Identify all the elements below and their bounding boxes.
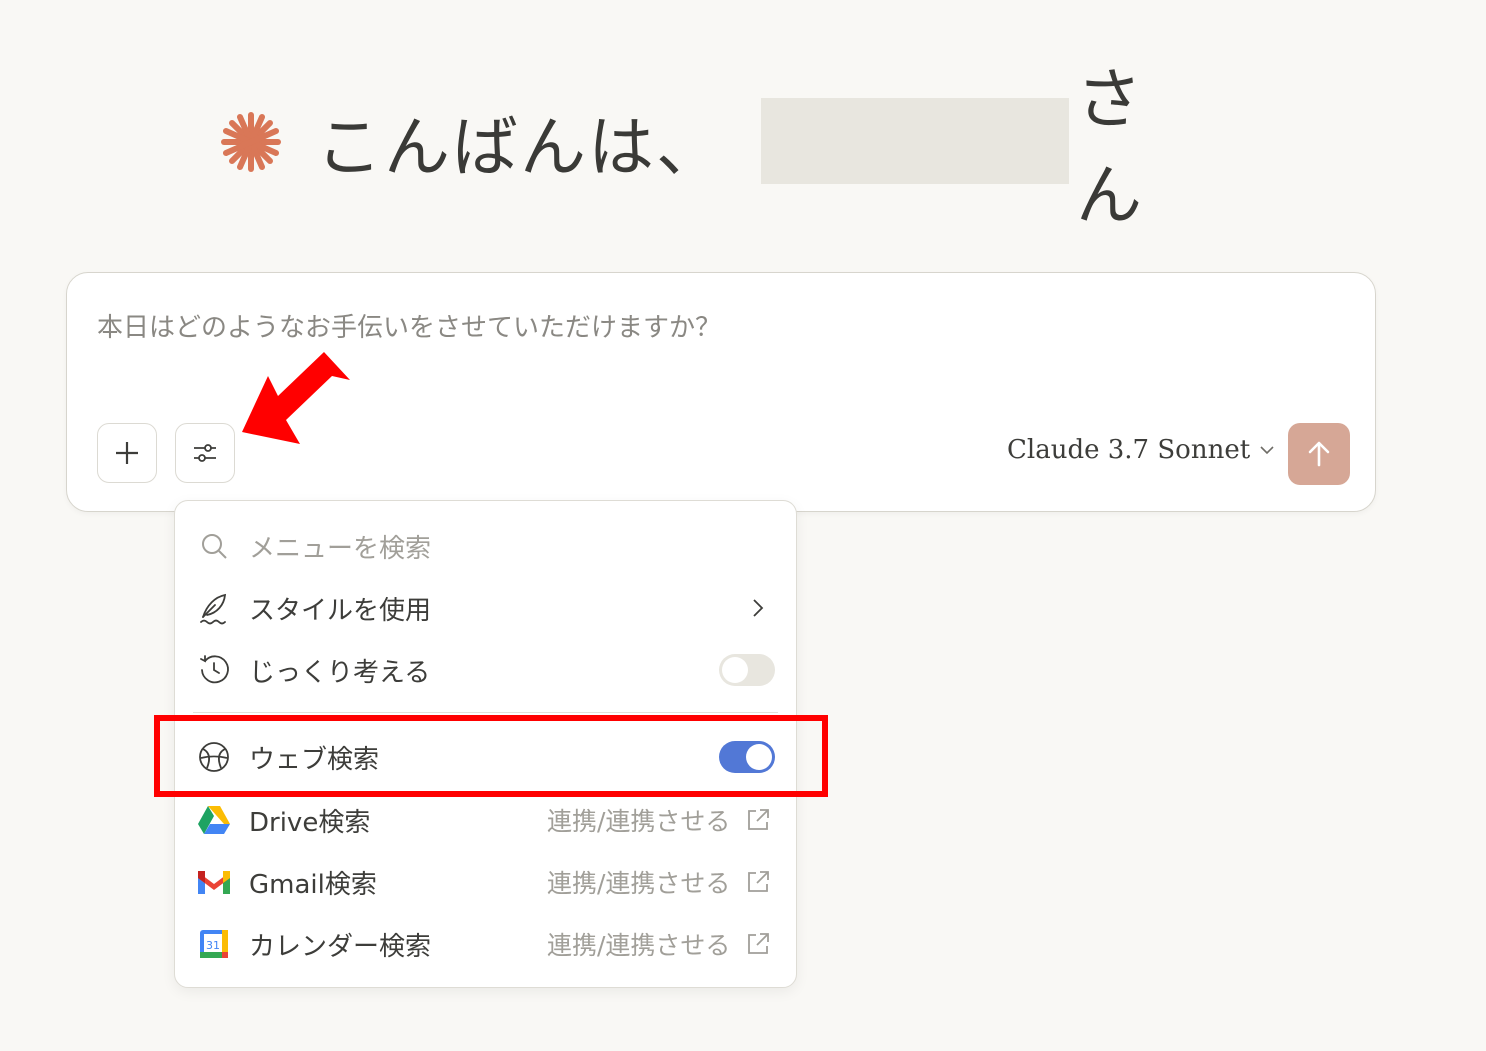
google-calendar-icon: 31 xyxy=(197,927,231,961)
menu-item-label: スタイルを使用 xyxy=(249,595,432,626)
calendar-day-number: 31 xyxy=(206,939,220,952)
google-drive-icon xyxy=(197,803,231,837)
menu-item-label: Drive検索 xyxy=(249,807,371,838)
quill-icon xyxy=(197,591,231,625)
menu-item-label: じっくり考える xyxy=(249,657,431,688)
connect-hint[interactable]: 連携/連携させる xyxy=(547,802,730,838)
clock-icon xyxy=(197,653,231,687)
menu-item-drive-search[interactable]: Drive検索 連携/連携させる xyxy=(175,792,796,848)
user-name-redacted xyxy=(761,98,1069,184)
greeting: こんばんは、 さん xyxy=(218,61,1142,234)
external-link-icon xyxy=(748,809,769,830)
menu-item-label: カレンダー検索 xyxy=(249,931,432,962)
connect-hint[interactable]: 連携/連携させる xyxy=(547,864,730,900)
menu-search-input[interactable]: メニューを検索 xyxy=(249,528,431,565)
tools-button[interactable] xyxy=(175,423,235,483)
gmail-icon xyxy=(197,865,231,899)
menu-item-extended-thinking[interactable]: じっくり考える xyxy=(175,642,796,698)
chevron-down-icon xyxy=(1260,446,1274,455)
menu-item-gmail-search[interactable]: Gmail検索 連携/連携させる xyxy=(175,854,796,910)
chevron-right-icon xyxy=(753,599,764,617)
plus-icon xyxy=(116,442,138,464)
send-button[interactable] xyxy=(1288,423,1350,485)
claude-logo-icon xyxy=(221,112,281,172)
menu-item-label: Gmail検索 xyxy=(249,869,377,900)
menu-item-style[interactable]: スタイルを使用 xyxy=(175,580,796,636)
annotation-highlight-box xyxy=(154,715,828,797)
extended-thinking-toggle[interactable] xyxy=(719,654,775,686)
model-name: Claude 3.7 Sonnet xyxy=(1007,435,1251,465)
model-selector[interactable]: Claude 3.7 Sonnet xyxy=(1007,435,1276,465)
search-icon xyxy=(197,529,231,563)
menu-search[interactable]: メニューを検索 xyxy=(175,518,796,574)
external-link-icon xyxy=(748,871,769,892)
message-input[interactable]: 本日はどのようなお手伝いをさせていただけますか？ xyxy=(97,307,721,344)
arrow-up-icon xyxy=(1308,441,1330,467)
connect-hint[interactable]: 連携/連携させる xyxy=(547,926,730,962)
toggle-knob xyxy=(722,657,748,683)
greeting-text: こんばんは、 xyxy=(316,109,724,186)
sliders-icon xyxy=(194,444,216,462)
external-link-icon xyxy=(748,933,769,954)
menu-item-calendar-search[interactable]: 31 カレンダー検索 連携/連携させる xyxy=(175,916,796,972)
attach-button[interactable] xyxy=(97,423,157,483)
menu-divider xyxy=(193,712,778,713)
greeting-suffix: さん xyxy=(1076,61,1142,234)
annotation-arrow-icon xyxy=(242,352,350,444)
